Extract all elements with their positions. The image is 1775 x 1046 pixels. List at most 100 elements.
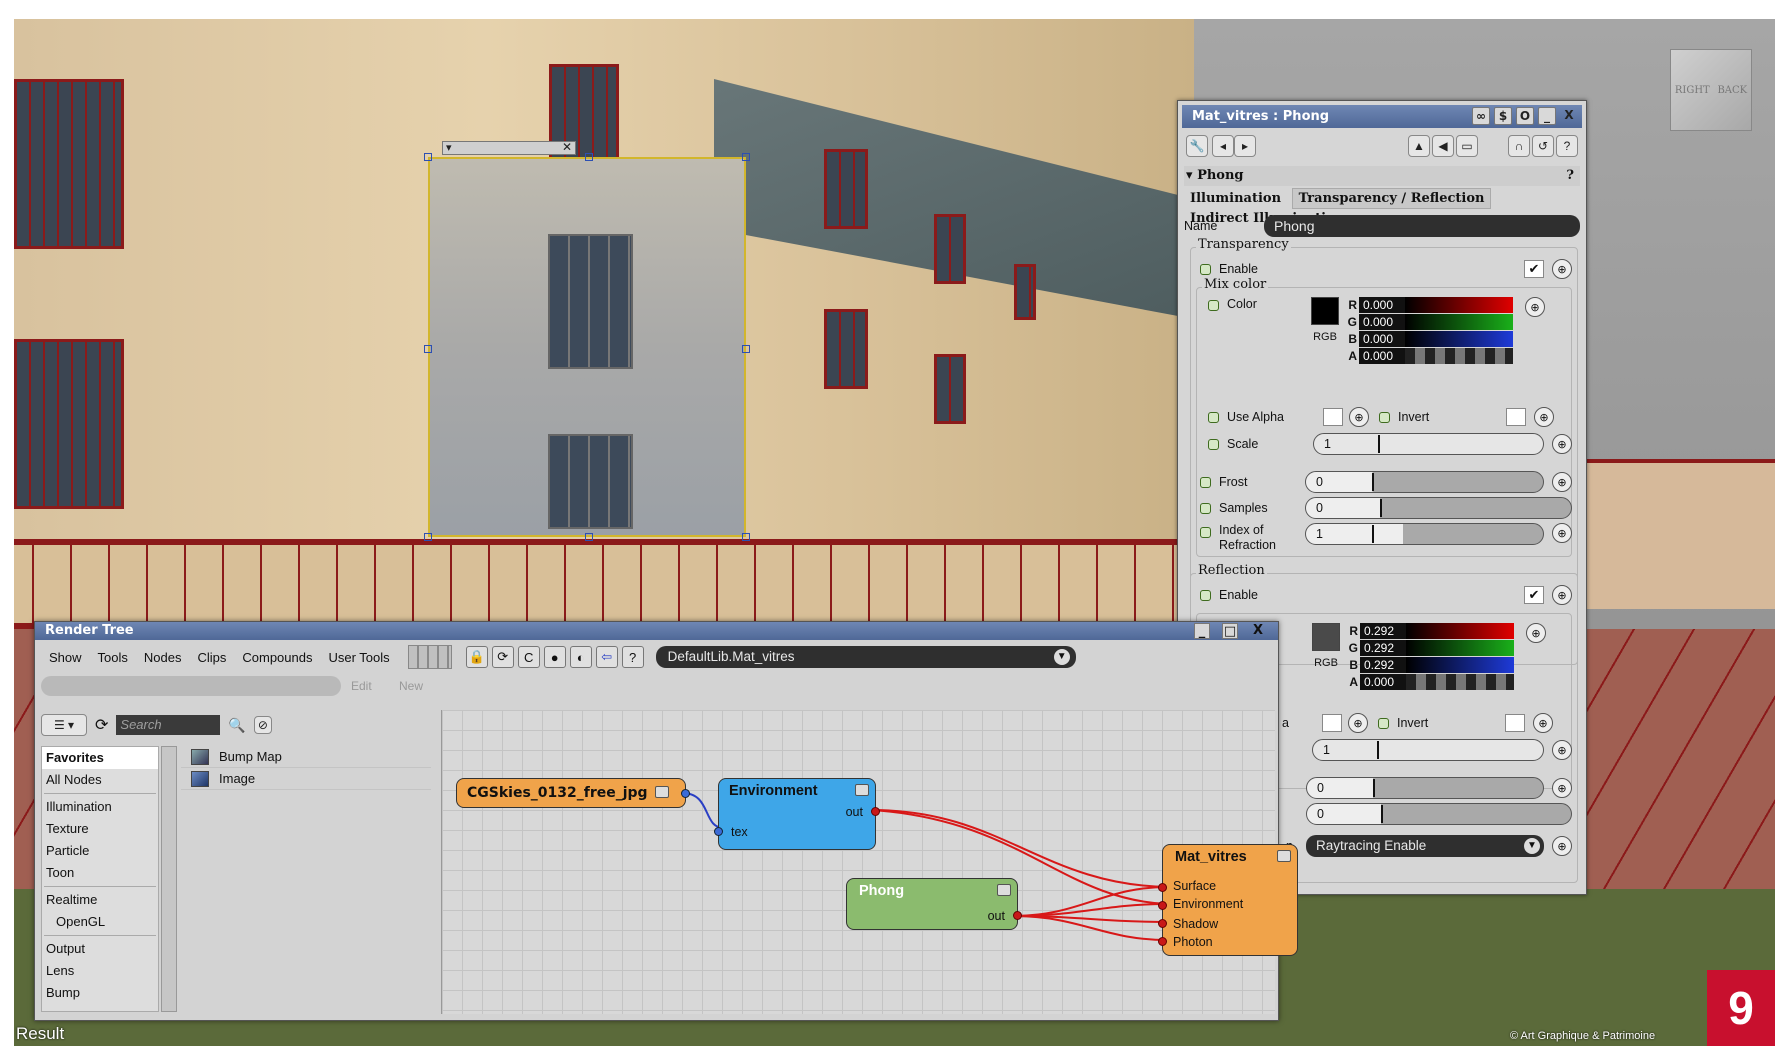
connection-phong-to-environment[interactable] bbox=[1011, 903, 1169, 917]
input-port-icon[interactable] bbox=[1158, 901, 1167, 910]
tab-transparency-reflection[interactable]: Transparency / Reflection bbox=[1291, 188, 1492, 209]
channel-value[interactable]: 0.000 bbox=[1359, 331, 1405, 347]
blue-channel-bar[interactable] bbox=[1405, 331, 1513, 347]
preview-sphere-icon[interactable]: ● bbox=[543, 646, 566, 668]
connection-icon[interactable]: ⊕ bbox=[1552, 434, 1572, 454]
category-item[interactable]: All Nodes bbox=[42, 769, 158, 791]
invert-checkbox[interactable] bbox=[1506, 408, 1526, 426]
reflection-field2-value[interactable]: 0 bbox=[1317, 807, 1324, 821]
clip-toolbar[interactable]: ▾ ✕ bbox=[442, 141, 576, 155]
animation-dot-icon[interactable] bbox=[1208, 300, 1219, 311]
edit-button[interactable]: Edit bbox=[351, 679, 399, 693]
transparency-color-swatch[interactable] bbox=[1311, 297, 1339, 325]
menu-clips[interactable]: Clips bbox=[189, 650, 234, 665]
animation-dot-icon[interactable] bbox=[1208, 438, 1219, 450]
resize-handle[interactable] bbox=[742, 153, 750, 161]
clear-icon[interactable]: C bbox=[517, 646, 540, 668]
new-button[interactable]: New bbox=[399, 679, 423, 693]
output-port-icon[interactable] bbox=[1013, 911, 1022, 920]
animation-dot-icon[interactable] bbox=[1200, 527, 1211, 538]
samples-value[interactable]: 0 bbox=[1316, 501, 1323, 515]
phong-section-header[interactable]: ▾ Phong ? bbox=[1184, 166, 1580, 186]
animation-dot-icon[interactable] bbox=[1379, 411, 1390, 423]
resize-handle[interactable] bbox=[424, 533, 432, 541]
ior-value[interactable]: 1 bbox=[1316, 527, 1323, 541]
collapse-arrow-icon[interactable]: ▾ bbox=[1186, 168, 1193, 183]
list-item[interactable]: Bump Map bbox=[181, 746, 431, 768]
property-editor-titlebar[interactable]: Mat_vitres : Phong ∞ $ O _ X bbox=[1182, 105, 1582, 128]
reflection-field1-slider[interactable]: 0 bbox=[1306, 777, 1544, 799]
connection-icon[interactable]: ⊕ bbox=[1552, 523, 1572, 543]
menu-nodes[interactable]: Nodes bbox=[136, 650, 190, 665]
input-port-icon[interactable] bbox=[1158, 883, 1167, 892]
category-scrollbar[interactable] bbox=[161, 746, 177, 1012]
category-list[interactable]: Favorites All Nodes Illumination Texture… bbox=[41, 746, 159, 1012]
connection-icon[interactable]: ⊕ bbox=[1349, 407, 1369, 427]
back-arrow-icon[interactable]: ⇦ bbox=[595, 646, 618, 668]
alpha-channel-bar[interactable] bbox=[1406, 674, 1514, 690]
navigation-cube[interactable]: RIGHT BACK bbox=[1670, 49, 1752, 131]
close-button[interactable]: X bbox=[1250, 623, 1266, 639]
name-field[interactable]: Phong bbox=[1264, 215, 1580, 237]
animation-dot-icon[interactable] bbox=[1208, 411, 1219, 423]
revert-icon[interactable]: ↺ bbox=[1532, 135, 1554, 157]
resize-handle[interactable] bbox=[585, 153, 593, 161]
minimize-button[interactable]: _ bbox=[1538, 107, 1556, 125]
green-channel-bar[interactable] bbox=[1406, 640, 1514, 656]
category-item[interactable]: Lens bbox=[42, 960, 158, 982]
connection-phong-to-photon[interactable] bbox=[1011, 915, 1169, 941]
refresh-icon[interactable]: ⟳ bbox=[491, 646, 514, 668]
resize-handle[interactable] bbox=[424, 153, 432, 161]
rgb-mode-label[interactable]: RGB bbox=[1314, 657, 1338, 669]
reflection-scale-value[interactable]: 1 bbox=[1323, 743, 1330, 757]
category-item[interactable]: Realtime bbox=[42, 889, 158, 911]
section-help-icon[interactable]: ? bbox=[1566, 166, 1574, 186]
collapse-icon[interactable] bbox=[655, 786, 669, 798]
connection-icon[interactable]: ⊕ bbox=[1533, 713, 1553, 733]
node-graph-canvas[interactable]: CGSkies_0132_free_jpg Environment out te… bbox=[441, 710, 1298, 1014]
output-port-icon[interactable] bbox=[681, 789, 690, 798]
connection-icon[interactable]: ⊕ bbox=[1552, 778, 1572, 798]
close-button[interactable]: X bbox=[1560, 107, 1578, 125]
frost-slider[interactable]: 0 bbox=[1305, 471, 1544, 493]
clear-search-icon[interactable]: ⊘ bbox=[253, 716, 272, 734]
channel-value[interactable]: 0.000 bbox=[1359, 314, 1405, 330]
resize-handle[interactable] bbox=[742, 533, 750, 541]
menu-tools[interactable]: Tools bbox=[90, 650, 136, 665]
reflection-field1-value[interactable]: 0 bbox=[1317, 781, 1324, 795]
material-node[interactable]: Mat_vitres Surface Environment Shadow Ph… bbox=[1158, 844, 1298, 956]
resize-handle[interactable] bbox=[424, 345, 432, 353]
channel-value[interactable]: 0.292 bbox=[1360, 657, 1406, 673]
channel-value[interactable]: 0.000 bbox=[1359, 348, 1405, 364]
next-icon[interactable]: ▸ bbox=[1234, 135, 1256, 157]
menu-compounds[interactable]: Compounds bbox=[234, 650, 320, 665]
frost-value[interactable]: 0 bbox=[1316, 475, 1323, 489]
image-clip-overlay[interactable]: ▾ ✕ bbox=[424, 141, 750, 541]
red-channel-bar[interactable] bbox=[1406, 623, 1514, 639]
category-item[interactable]: OpenGL bbox=[42, 911, 158, 933]
lock-icon[interactable]: $ bbox=[1494, 107, 1512, 125]
save-preset-icon[interactable]: ◀ bbox=[1432, 135, 1454, 157]
preset-icon[interactable]: ▭ bbox=[1456, 135, 1478, 157]
channel-value[interactable]: 0.000 bbox=[1359, 297, 1405, 313]
use-alpha-checkbox[interactable] bbox=[1323, 408, 1343, 426]
connection-icon[interactable]: ⊕ bbox=[1534, 407, 1554, 427]
animation-dot-icon[interactable] bbox=[1378, 717, 1389, 729]
reflection-scale-slider[interactable]: 1 bbox=[1312, 739, 1544, 761]
list-view-icon[interactable]: ☰ ▾ bbox=[41, 714, 87, 736]
close-icon[interactable]: ✕ bbox=[562, 141, 572, 153]
list-item[interactable]: Image bbox=[181, 768, 431, 790]
tab-illumination[interactable]: Illumination bbox=[1184, 189, 1287, 208]
help-icon[interactable]: ? bbox=[1556, 135, 1578, 157]
reflection-field2-slider[interactable]: 0 bbox=[1306, 803, 1572, 825]
render-icon[interactable]: ◐ bbox=[569, 646, 592, 668]
red-channel-bar[interactable] bbox=[1405, 297, 1513, 313]
refresh-icon[interactable]: O bbox=[1516, 107, 1534, 125]
category-item[interactable]: Favorites bbox=[42, 747, 158, 769]
image-node[interactable]: CGSkies_0132_free_jpg bbox=[456, 778, 690, 808]
category-item[interactable]: Texture bbox=[42, 818, 158, 840]
connection-icon[interactable]: ⊕ bbox=[1552, 836, 1572, 856]
channel-value[interactable]: 0.000 bbox=[1360, 674, 1406, 690]
magnet-icon[interactable]: ∩ bbox=[1508, 135, 1530, 157]
animation-dot-icon[interactable] bbox=[1200, 502, 1211, 514]
